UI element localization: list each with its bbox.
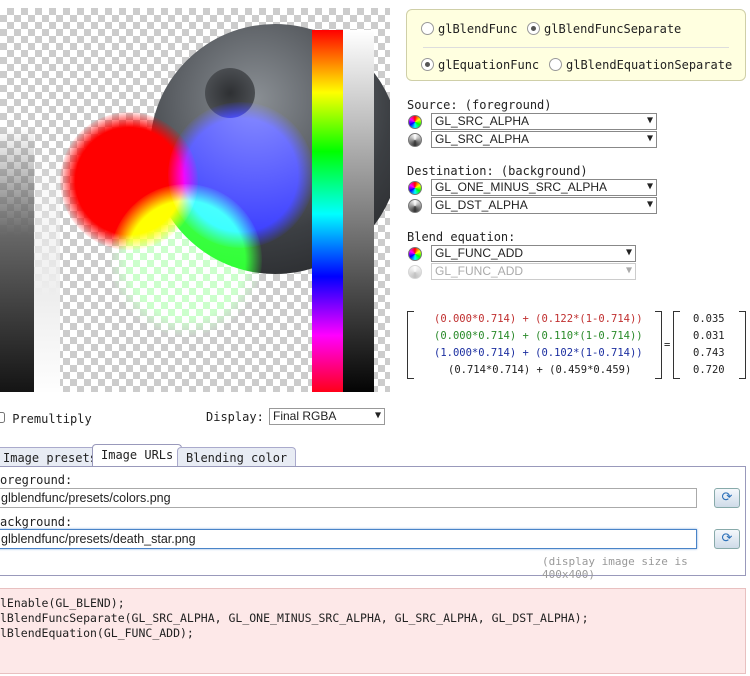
display-select[interactable]: Final RGBA ▼ bbox=[269, 408, 385, 425]
refresh-icon: ⟳ bbox=[721, 490, 733, 505]
premultiply-row: Premultiply bbox=[0, 412, 92, 426]
radio-icon bbox=[421, 58, 434, 71]
grey-gradient-strip bbox=[0, 128, 34, 392]
radio-icon bbox=[549, 58, 562, 71]
right-bracket-close bbox=[739, 311, 746, 379]
blend-function-box: glBlendFunc glBlendFuncSeparate glEquati… bbox=[406, 9, 746, 81]
radio-glblendfuncseparate[interactable]: glBlendFuncSeparate bbox=[527, 22, 681, 36]
code-line: lEnable(GL_BLEND); bbox=[0, 596, 125, 610]
blend-preview-canvas bbox=[0, 8, 390, 392]
color-wheel-icon bbox=[408, 115, 422, 129]
color-wheel-icon bbox=[408, 247, 422, 261]
formula-row-r: (0.000*0.714) + (0.122*(1-0.714)) bbox=[434, 313, 643, 325]
white-gradient-strip bbox=[34, 148, 60, 392]
radio-icon bbox=[421, 22, 434, 35]
equation-alpha-value: GL_FUNC_ADD bbox=[431, 263, 636, 280]
formula-row-b: (1.000*0.714) + (0.102*(1-0.714)) bbox=[434, 347, 643, 359]
destination-alpha-select[interactable]: GL_DST_ALPHA ▼ bbox=[431, 197, 657, 214]
result-a: 0.720 bbox=[693, 364, 725, 376]
reload-foreground-button[interactable]: ⟳ bbox=[714, 488, 740, 508]
code-output-box: lEnable(GL_BLEND); lBlendFuncSeparate(GL… bbox=[0, 588, 746, 674]
source-alpha-value: GL_SRC_ALPHA bbox=[431, 131, 657, 148]
result-g: 0.031 bbox=[693, 330, 725, 342]
radio-glblendfunc[interactable]: glBlendFunc bbox=[421, 22, 517, 36]
destination-rgb-select[interactable]: GL_ONE_MINUS_SRC_ALPHA ▼ bbox=[431, 179, 657, 196]
display-size-note: (display image size is 400x400) bbox=[542, 555, 688, 581]
background-label: ackground: bbox=[0, 515, 73, 529]
color-wheel-icon bbox=[408, 181, 422, 195]
source-label: Source: (foreground) bbox=[407, 98, 552, 112]
alpha-wheel-icon bbox=[408, 133, 422, 147]
left-bracket bbox=[407, 311, 414, 379]
gray-gradient-bar bbox=[343, 30, 374, 392]
green-circle bbox=[110, 184, 262, 336]
formula-row-a: (0.714*0.714) + (0.459*0.459) bbox=[448, 364, 632, 376]
destination-rgb-value: GL_ONE_MINUS_SRC_ALPHA bbox=[431, 179, 657, 196]
radio-label: glBlendFunc bbox=[438, 22, 518, 36]
equation-rgb-value: GL_FUNC_ADD bbox=[431, 245, 636, 262]
image-urls-panel: oreground: glblendfunc/presets/colors.pn… bbox=[0, 466, 746, 581]
radio-label: glEquationFunc bbox=[438, 58, 540, 72]
source-rgb-value: GL_SRC_ALPHA bbox=[431, 113, 657, 130]
foreground-url-input[interactable]: glblendfunc/presets/colors.png bbox=[0, 488, 697, 508]
radio-label: glBlendEquationSeparate bbox=[566, 58, 733, 72]
equation-alpha-select: GL_FUNC_ADD ▼ bbox=[431, 263, 636, 280]
equation-label: Blend equation: bbox=[407, 230, 516, 244]
equals-sign: = bbox=[664, 339, 671, 351]
radio-icon bbox=[527, 22, 540, 35]
alpha-wheel-icon bbox=[408, 265, 422, 279]
radio-label: glBlendFuncSeparate bbox=[544, 22, 682, 36]
formula-row-g: (0.000*0.714) + (0.110*(1-0.714)) bbox=[434, 330, 643, 342]
source-alpha-select[interactable]: GL_SRC_ALPHA ▼ bbox=[431, 131, 657, 148]
tab-image-presets[interactable]: Image presets bbox=[0, 447, 106, 467]
result-r: 0.035 bbox=[693, 313, 725, 325]
left-bracket-close bbox=[655, 311, 662, 379]
alpha-wheel-icon bbox=[408, 199, 422, 213]
source-rgb-select[interactable]: GL_SRC_ALPHA ▼ bbox=[431, 113, 657, 130]
hue-gradient-bar bbox=[312, 30, 343, 392]
equation-rgb-select[interactable]: GL_FUNC_ADD ▼ bbox=[431, 245, 636, 262]
code-line: lBlendEquation(GL_FUNC_ADD); bbox=[0, 626, 194, 640]
premultiply-label: Premultiply bbox=[12, 412, 92, 426]
code-line: lBlendFuncSeparate(GL_SRC_ALPHA, GL_ONE_… bbox=[0, 611, 589, 625]
display-label: Display: bbox=[206, 410, 264, 424]
premultiply-checkbox[interactable] bbox=[0, 412, 5, 423]
destination-alpha-value: GL_DST_ALPHA bbox=[431, 197, 657, 214]
radio-glequationfunc[interactable]: glEquationFunc bbox=[421, 58, 539, 72]
tab-image-urls[interactable]: Image URLs bbox=[92, 444, 183, 468]
divider bbox=[423, 47, 729, 48]
foreground-label: oreground: bbox=[0, 473, 73, 487]
result-b: 0.743 bbox=[693, 347, 725, 359]
destination-label: Destination: (background) bbox=[407, 164, 588, 178]
background-url-input[interactable]: glblendfunc/presets/death_star.png bbox=[0, 529, 697, 549]
display-value: Final RGBA bbox=[269, 408, 385, 425]
radio-glblendequationseparate[interactable]: glBlendEquationSeparate bbox=[549, 58, 732, 72]
right-bracket bbox=[673, 311, 680, 379]
tab-blending-color[interactable]: Blending color bbox=[177, 447, 297, 467]
refresh-icon: ⟳ bbox=[721, 531, 733, 546]
reload-background-button[interactable]: ⟳ bbox=[714, 529, 740, 549]
